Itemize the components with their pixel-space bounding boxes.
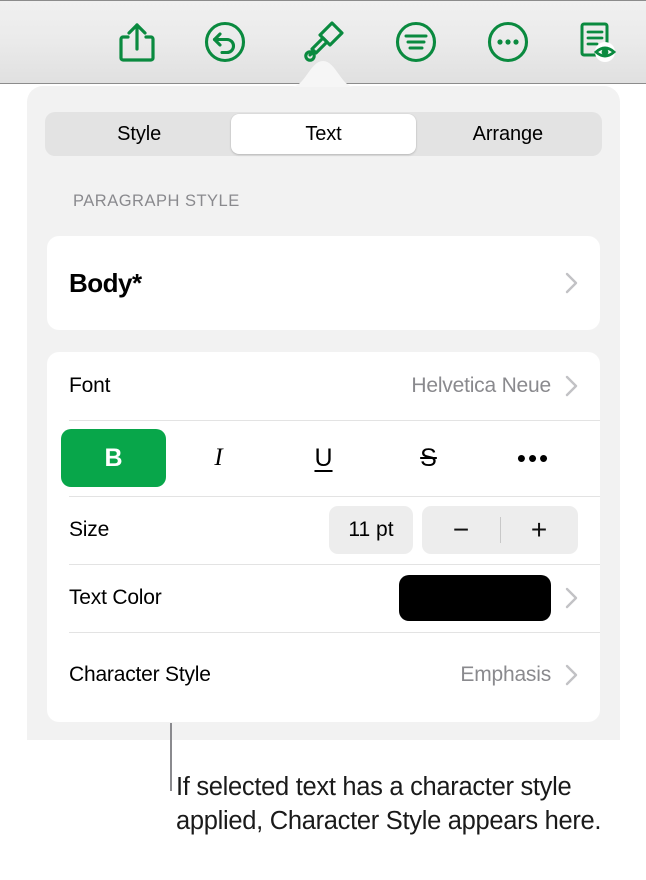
text-align-icon[interactable]	[385, 11, 447, 73]
chevron-right-icon	[565, 272, 578, 294]
italic-button[interactable]: I	[166, 429, 271, 487]
bold-button[interactable]: B	[61, 429, 166, 487]
share-icon[interactable]	[106, 11, 168, 73]
decrease-font-size-button[interactable]: −	[422, 516, 500, 544]
callout-leader-line	[170, 723, 172, 791]
font-row[interactable]: Font Helvetica Neue	[47, 352, 600, 420]
callout-text: If selected text has a character style a…	[176, 773, 602, 835]
text-color-swatch[interactable]	[399, 575, 551, 621]
chevron-right-icon	[565, 587, 578, 609]
paragraph-style-section-label: PARAGRAPH STYLE	[73, 192, 240, 210]
strikethrough-button[interactable]: S	[376, 429, 481, 487]
tab-text[interactable]: Text	[231, 114, 416, 154]
character-style-row[interactable]: Character Style Emphasis	[47, 632, 600, 718]
text-style-button-group: B I U S •••	[61, 429, 586, 487]
font-size-row: Size 11 pt − +	[47, 496, 600, 564]
size-label: Size	[69, 518, 110, 541]
paragraph-style-value: Body*	[69, 267, 142, 298]
popover-pointer	[291, 60, 355, 87]
text-style-buttons-row: B I U S •••	[47, 420, 600, 496]
screen: Style Text Arrange PARAGRAPH STYLE Body*…	[0, 0, 646, 880]
underline-button[interactable]: U	[271, 429, 376, 487]
character-style-value: Emphasis	[460, 663, 551, 686]
format-tab-group: Style Text Arrange	[45, 112, 602, 156]
document-preview-icon[interactable]	[566, 11, 628, 73]
tab-arrange[interactable]: Arrange	[416, 114, 600, 154]
more-options-icon[interactable]	[477, 11, 539, 73]
undo-icon[interactable]	[194, 11, 256, 73]
chevron-right-icon	[565, 375, 578, 397]
paragraph-style-row[interactable]: Body*	[47, 236, 600, 330]
font-value: Helvetica Neue	[411, 374, 551, 397]
font-size-value[interactable]: 11 pt	[329, 506, 413, 554]
text-format-popover: Style Text Arrange PARAGRAPH STYLE Body*…	[27, 86, 620, 740]
character-style-label: Character Style	[69, 663, 211, 686]
increase-font-size-button[interactable]: +	[500, 516, 578, 544]
text-color-row[interactable]: Text Color	[47, 564, 600, 632]
font-label: Font	[69, 374, 111, 397]
text-color-label: Text Color	[69, 586, 162, 609]
font-size-stepper: − +	[422, 506, 578, 554]
paragraph-style-card: Body*	[47, 236, 600, 330]
size-controls: 11 pt − +	[329, 506, 578, 554]
more-text-styles-button[interactable]: •••	[481, 429, 586, 487]
chevron-right-icon	[565, 664, 578, 686]
tab-style[interactable]: Style	[47, 114, 231, 154]
text-format-card: Font Helvetica Neue B I U S ••• Size 11 …	[47, 352, 600, 722]
